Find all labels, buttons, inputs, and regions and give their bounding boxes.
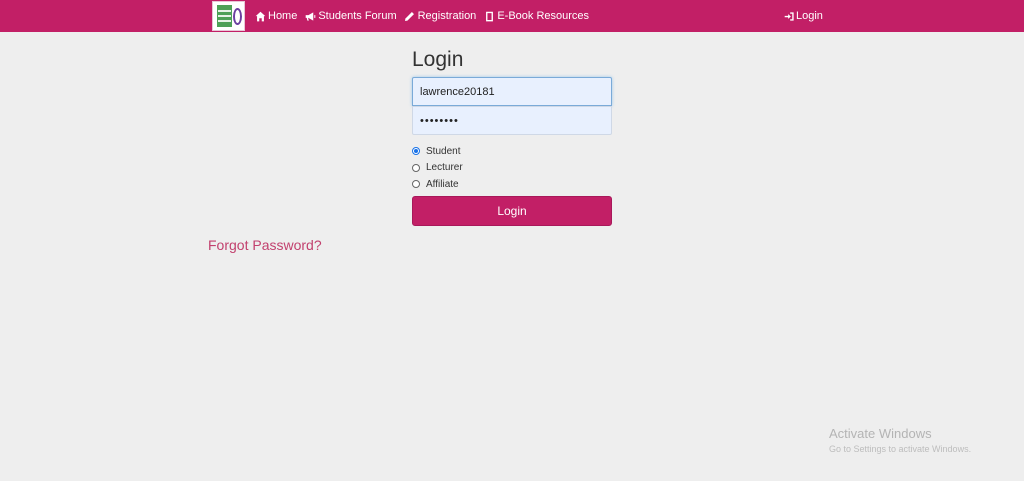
radio-unchecked-icon[interactable]	[412, 180, 420, 189]
nav-students-forum[interactable]: Students Forum	[304, 10, 397, 22]
username-input[interactable]	[412, 77, 612, 106]
nav-ebook-resources-label: E-Book Resources	[497, 10, 590, 22]
nav-students-forum-label: Students Forum	[318, 10, 397, 22]
role-student-radio[interactable]: Student	[412, 143, 463, 160]
role-student-label: Student	[426, 145, 461, 157]
nav-home[interactable]: Home	[254, 10, 297, 22]
nav-registration-label: Registration	[417, 10, 477, 22]
watermark-title: Activate Windows	[829, 426, 932, 441]
site-logo[interactable]	[212, 1, 245, 31]
pencil-icon	[404, 10, 416, 22]
nav-ebook-resources[interactable]: E-Book Resources	[483, 10, 589, 22]
top-navbar: Home Students Forum Registration E-Book …	[0, 0, 1024, 32]
role-radio-group: Student Lecturer Affiliate	[412, 143, 463, 193]
nav-links: Home Students Forum Registration E-Book …	[254, 0, 596, 32]
forgot-password-link[interactable]: Forgot Password?	[208, 237, 322, 253]
login-submit-button[interactable]: Login	[412, 196, 612, 226]
login-icon	[783, 10, 795, 22]
page-title: Login	[412, 48, 464, 71]
home-icon	[254, 10, 266, 22]
book-icon	[483, 10, 495, 22]
activate-windows-watermark: Activate Windows Go to Settings to activ…	[829, 426, 971, 454]
nav-home-label: Home	[268, 10, 298, 22]
megaphone-icon	[304, 10, 316, 22]
watermark-subtitle: Go to Settings to activate Windows.	[829, 444, 972, 454]
password-input[interactable]	[412, 106, 612, 135]
role-lecturer-radio[interactable]: Lecturer	[412, 160, 463, 177]
role-lecturer-label: Lecturer	[426, 162, 463, 174]
radio-checked-icon[interactable]	[412, 147, 420, 156]
radio-unchecked-icon[interactable]	[412, 163, 420, 172]
nav-registration[interactable]: Registration	[404, 10, 477, 22]
role-affiliate-radio[interactable]: Affiliate	[412, 176, 463, 193]
role-affiliate-label: Affiliate	[426, 178, 459, 190]
nav-login[interactable]: Login	[783, 0, 823, 32]
nav-login-label: Login	[796, 10, 823, 22]
